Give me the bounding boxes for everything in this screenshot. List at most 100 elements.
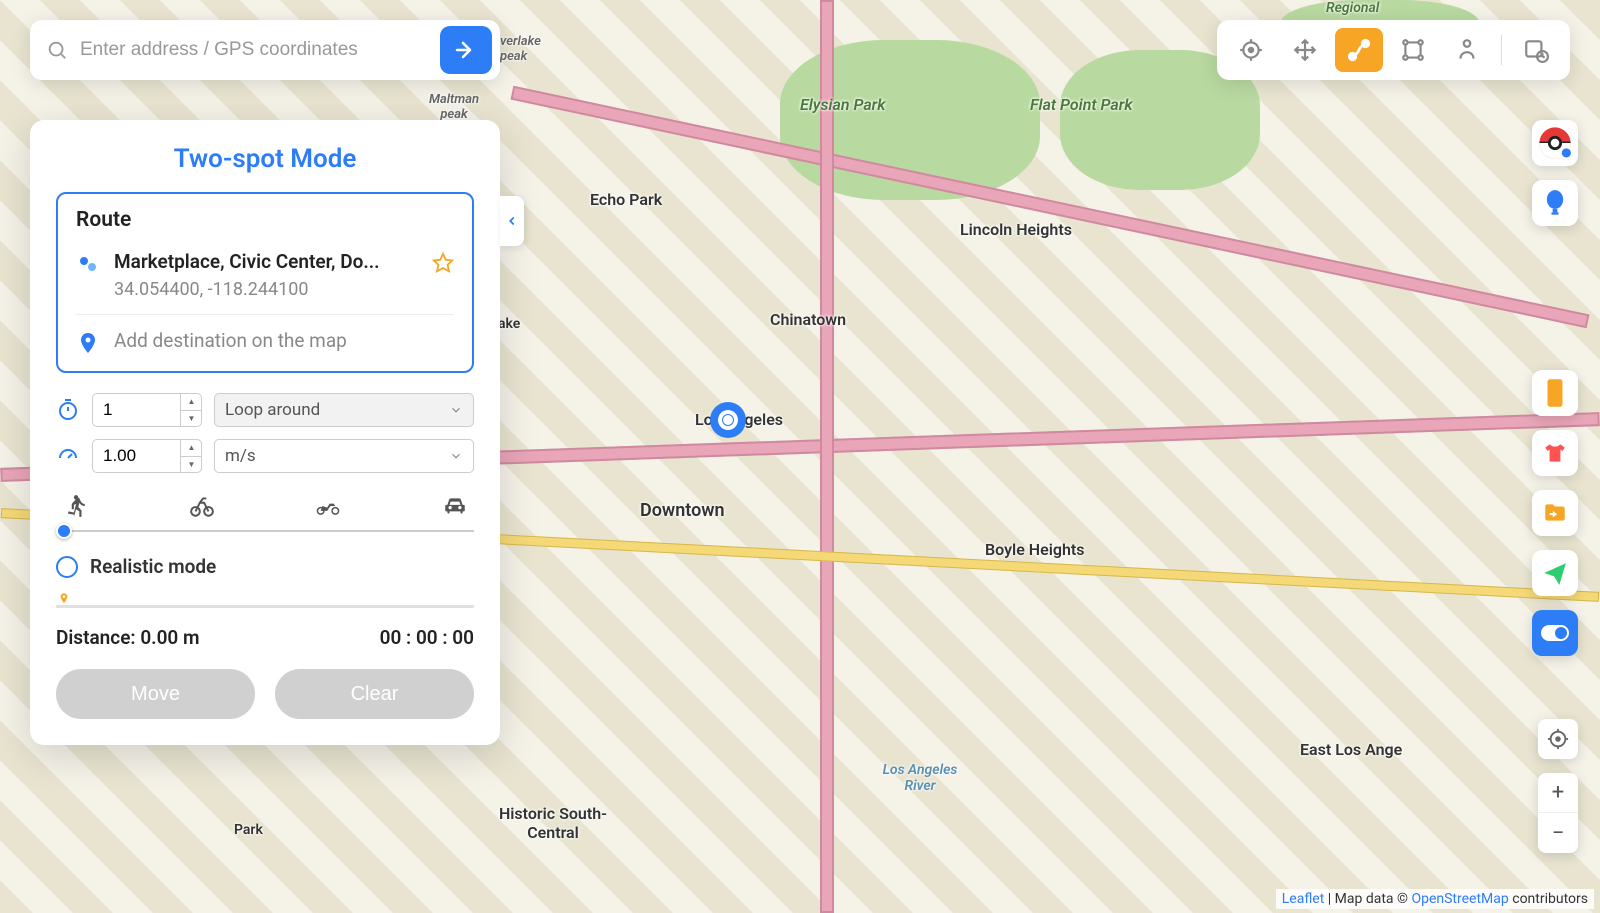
map-road xyxy=(511,86,1590,328)
map-label-verlake-peak: verlake peak xyxy=(500,34,552,64)
map-label-boyle-heights: Boyle Heights xyxy=(985,540,1085,559)
loop-mode-select[interactable]: Loop around xyxy=(214,393,474,427)
side-btn-hot-air[interactable] xyxy=(1532,180,1578,226)
move-button[interactable]: Move xyxy=(56,669,255,719)
pin-icon xyxy=(76,331,100,355)
speed-control-row: ▲▼ m/s xyxy=(56,439,474,473)
phone-icon xyxy=(1544,378,1566,408)
toolbar-separator xyxy=(1501,35,1502,65)
leaflet-link[interactable]: Leaflet xyxy=(1282,891,1325,907)
map-label-downtown: Downtown xyxy=(640,500,725,521)
tool-two-spot[interactable] xyxy=(1335,28,1383,72)
time-label: 00 : 00 : 00 xyxy=(380,626,474,649)
clear-button[interactable]: Clear xyxy=(275,669,474,719)
search-input[interactable] xyxy=(68,39,440,61)
side-btn-tshirt[interactable] xyxy=(1532,430,1578,476)
tool-multi-spot[interactable] xyxy=(1389,28,1437,72)
car-icon[interactable] xyxy=(442,493,468,519)
arrow-forward-icon xyxy=(454,38,478,62)
progress-pin-icon[interactable] xyxy=(56,588,72,612)
loop-mode-label: Loop around xyxy=(225,400,320,420)
map-label-elysian-park: Elysian Park xyxy=(800,95,885,114)
zoom-out-button[interactable]: − xyxy=(1538,813,1578,853)
zoom-in-button[interactable]: + xyxy=(1538,773,1578,813)
favorite-star-icon[interactable] xyxy=(432,252,454,274)
tool-teleport[interactable] xyxy=(1227,28,1275,72)
panel-collapse-toggle[interactable] xyxy=(500,196,524,246)
panel-title: Two-spot Mode xyxy=(56,144,474,174)
balloon-icon xyxy=(1541,189,1569,217)
map-label-la-river: Los Angeles River xyxy=(870,762,970,794)
map-label-historic-south: Historic South-Central xyxy=(488,804,618,842)
radio-icon xyxy=(56,556,78,578)
loop-count-spinner[interactable]: ▲▼ xyxy=(180,393,202,427)
map-label-regional: Regional xyxy=(1326,0,1379,16)
speed-preset-icons xyxy=(56,485,474,519)
chevron-down-icon xyxy=(449,403,463,417)
toggle-icon xyxy=(1540,624,1570,642)
progress-track xyxy=(56,605,474,608)
side-btn-toggle[interactable] xyxy=(1532,610,1578,656)
tshirt-icon xyxy=(1542,440,1568,466)
tool-joystick[interactable] xyxy=(1443,28,1491,72)
speed-value-spinner[interactable]: ▲▼ xyxy=(180,439,202,473)
timer-icon xyxy=(56,398,80,422)
side-btn-import[interactable] xyxy=(1532,490,1578,536)
chevron-down-icon xyxy=(449,449,463,463)
search-icon xyxy=(46,39,68,61)
route-destination-item[interactable]: Marketplace, Civic Center, Do... 34.0544… xyxy=(76,246,454,315)
pokeball-icon xyxy=(1538,126,1572,160)
map-label-maltman-peak: Maltman peak xyxy=(424,92,484,122)
map-label-park: Park xyxy=(234,822,263,838)
speed-slider[interactable] xyxy=(56,521,474,541)
waypoint-icon xyxy=(76,252,100,276)
top-toolbar xyxy=(1217,20,1570,80)
side-btn-send[interactable] xyxy=(1532,550,1578,596)
map-attribution: Leaflet | Map data © OpenStreetMap contr… xyxy=(1276,889,1594,909)
folder-import-icon xyxy=(1542,500,1568,526)
route-icon xyxy=(1346,37,1372,63)
paper-plane-icon xyxy=(1542,560,1568,586)
speed-unit-label: m/s xyxy=(225,446,256,466)
route-destination-text: Marketplace, Civic Center, Do... 34.0544… xyxy=(114,250,418,300)
tool-history[interactable] xyxy=(1512,28,1560,72)
map-label-flat-point-park: Flat Point Park xyxy=(1030,95,1133,114)
side-btn-pokeball[interactable] xyxy=(1532,120,1578,166)
add-destination-hint: Add destination on the map xyxy=(114,329,347,352)
map-label-echo-park: Echo Park xyxy=(590,190,662,209)
person-icon xyxy=(1454,37,1480,63)
side-toolbar-lower xyxy=(1532,370,1578,656)
recenter-button[interactable] xyxy=(1538,719,1578,759)
realistic-mode-toggle[interactable]: Realistic mode xyxy=(56,555,474,578)
destination-coords: 34.054400, -118.244100 xyxy=(114,279,418,300)
tool-jump[interactable] xyxy=(1281,28,1329,72)
slider-track xyxy=(56,530,474,532)
move-arrows-icon xyxy=(1292,37,1318,63)
speed-unit-select[interactable]: m/s xyxy=(214,439,474,473)
bicycle-icon[interactable] xyxy=(189,493,215,519)
side-btn-device[interactable] xyxy=(1532,370,1578,416)
slider-thumb[interactable] xyxy=(56,523,72,539)
crosshair-icon xyxy=(1238,37,1264,63)
route-panel: Two-spot Mode Route Marketplace, Civic C… xyxy=(30,120,500,745)
search-bar xyxy=(30,20,500,80)
search-submit-button[interactable] xyxy=(440,26,492,74)
add-destination-row[interactable]: Add destination on the map xyxy=(76,315,454,355)
motorcycle-icon[interactable] xyxy=(315,493,341,519)
locate-icon xyxy=(1547,728,1569,750)
current-location-marker[interactable] xyxy=(710,402,746,438)
side-toolbar xyxy=(1532,120,1578,226)
speedometer-icon xyxy=(56,444,80,468)
osm-link[interactable]: OpenStreetMap xyxy=(1411,891,1508,907)
action-buttons: Move Clear xyxy=(56,669,474,719)
zoom-control: + − xyxy=(1538,773,1578,853)
loop-control-row: ▲▼ Loop around xyxy=(56,393,474,427)
route-heading: Route xyxy=(76,208,454,232)
route-progress[interactable] xyxy=(56,592,474,612)
destination-name: Marketplace, Civic Center, Do... xyxy=(114,250,418,273)
map-label-east-la: East Los Ange xyxy=(1300,740,1402,759)
walk-icon[interactable] xyxy=(62,493,88,519)
distance-time-row: Distance: 0.00 m 00 : 00 : 00 xyxy=(56,626,474,649)
map-label-chinatown: Chinatown xyxy=(770,310,846,329)
multi-route-icon xyxy=(1400,37,1426,63)
